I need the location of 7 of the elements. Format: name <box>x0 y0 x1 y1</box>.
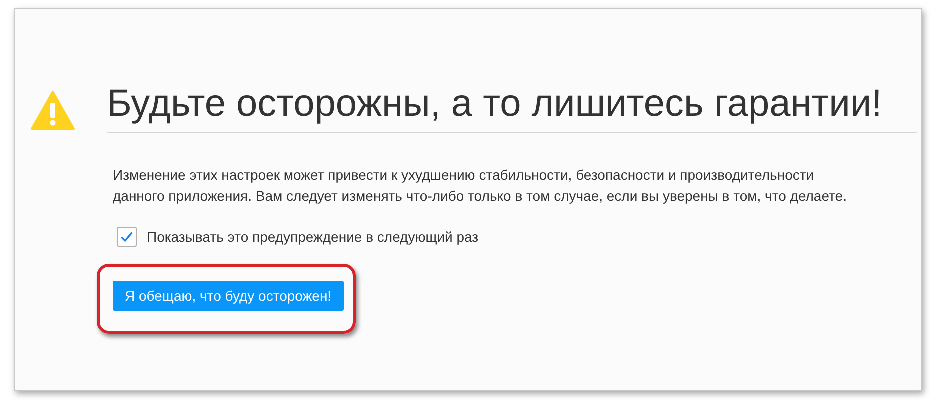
checkbox[interactable] <box>117 227 137 247</box>
checkbox-label: Показывать это предупреждение в следующий раз <box>147 229 479 245</box>
warning-title: Будьте осторожны, а то лишитесь гарантии! <box>107 83 917 133</box>
confirm-button[interactable]: Я обещаю, что буду осторожен! <box>113 281 344 311</box>
warning-icon <box>31 90 75 130</box>
warning-message: Изменение этих настроек может привести к ухудшению стабильности, безопасности и производительности данного приложения. Вам следует изменять что-либо только в том случае, если вы уверены в том, что делаете. <box>113 166 848 206</box>
checkmark-icon <box>120 230 134 244</box>
